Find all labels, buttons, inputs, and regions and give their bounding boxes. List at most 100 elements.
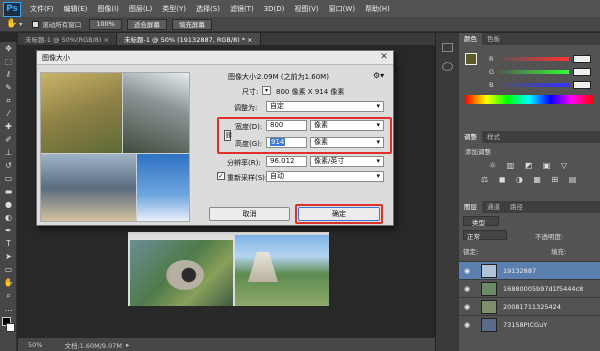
image-preview[interactable] [40,72,190,222]
eye-icon[interactable]: ◉ [464,267,473,275]
menu-help[interactable]: 帮助(H) [360,4,395,14]
dodge-tool-icon[interactable]: ◐ [3,213,14,223]
brush-tool-icon[interactable]: ✐ [3,135,14,145]
pen-tool-icon[interactable]: ✒ [3,226,14,236]
doc-tab-2[interactable]: 未标题-1 @ 50% (19132887, RGB/8) * × [116,33,261,45]
adjustment-icons-row1[interactable]: ☼ ▥ ◩ ▣ ▽ [489,161,571,170]
filter-kind-select[interactable]: 类型 [463,216,499,227]
more-tools-icon[interactable]: … [3,304,14,314]
quick-select-tool-icon[interactable]: ✎ [3,83,14,93]
layer-row[interactable]: ◉ 16880005b97d1f5444c8 [459,279,600,297]
tab-channels[interactable]: 通道 [482,201,505,213]
history-brush-tool-icon[interactable]: ↺ [3,161,14,171]
crop-tool-icon[interactable]: ⌗ [3,96,14,106]
eye-icon[interactable]: ◉ [464,303,473,311]
lasso-tool-icon[interactable]: ℓ [3,70,14,80]
zoom-100-button[interactable]: 100% [89,18,122,30]
menu-type[interactable]: 类型(Y) [157,4,191,14]
resample-select[interactable]: 自动 [266,171,384,182]
eyedropper-tool-icon[interactable]: ⁄ [3,109,14,119]
gradient-tool-icon[interactable]: ▬ [3,187,14,197]
eraser-tool-icon[interactable]: ▭ [3,174,14,184]
tab-swatches[interactable]: 色板 [482,33,505,45]
hand-tool-icon: ✋ [6,19,18,29]
fit-screen-button[interactable]: 适合屏幕 [126,18,167,30]
blue-value[interactable] [573,81,591,89]
eye-icon[interactable]: ◉ [464,285,473,293]
layer-row[interactable]: ◉ 20081711325424 [459,297,600,315]
layer-name[interactable]: 16880005b97d1f5444c8 [503,285,583,293]
resolution-unit-select[interactable]: 像素/英寸 [310,156,384,167]
menu-bar: Ps 文件(F) 编辑(E) 图像(I) 图层(L) 类型(Y) 选择(S) 滤… [0,0,600,17]
menu-file[interactable]: 文件(F) [25,4,59,14]
stamp-tool-icon[interactable]: ⊥ [3,148,14,158]
menu-window[interactable]: 窗口(W) [324,4,360,14]
menu-view[interactable]: 视图(V) [289,4,323,14]
resolution-input[interactable]: 96.012 [266,156,307,167]
red-value[interactable] [573,55,591,63]
fill-screen-button[interactable]: 填充屏幕 [171,18,212,30]
cancel-button[interactable]: 取消 [209,207,290,221]
resample-checkbox[interactable]: ✓ [217,172,225,180]
settings-gear-icon[interactable]: ⚙▾ [373,71,384,80]
menu-layer[interactable]: 图层(L) [124,4,157,14]
menu-filter[interactable]: 滤镜(T) [225,4,259,14]
menu-edit[interactable]: 编辑(E) [59,4,93,14]
status-chevron-icon[interactable]: ▸ [126,341,129,349]
width-unit-select[interactable]: 像素 [310,120,384,131]
layer-name[interactable]: 73158PICGuY [503,321,547,329]
link-chain-icon[interactable]: ⛓ [224,130,233,141]
document-canvas[interactable] [128,232,329,306]
green-slider[interactable] [498,70,569,74]
blur-tool-icon[interactable]: ● [3,200,14,210]
actions-panel-icon[interactable] [442,62,453,71]
dimensions-value: 800 像素 X 914 像素 [276,88,345,96]
red-slider[interactable] [497,57,569,61]
document-tabs: 未标题-1 @ 50%(RGB/8) × 未标题-1 @ 50% (191328… [18,33,435,45]
marquee-tool-icon[interactable]: ⬚ [3,57,14,67]
adjustment-icons-row2[interactable]: ⚖ ◼ ◑ ▦ ⊞ ▤ [481,175,580,184]
fg-color-chip[interactable] [465,53,477,65]
tab-paths[interactable]: 路径 [505,201,528,213]
hand-tool-icon[interactable]: ✋ [3,278,14,288]
menu-3d[interactable]: 3D(D) [259,5,290,13]
layer-row[interactable]: ◉ 19132887 [459,261,600,279]
blue-slider[interactable] [497,83,569,87]
tab-adjustments[interactable]: 调整 [459,131,482,143]
zoom-tool-icon[interactable]: ⌕ [3,291,14,301]
background-color-swatch[interactable] [6,323,15,332]
color-spectrum[interactable] [465,95,593,104]
tab-styles[interactable]: 样式 [482,131,505,143]
type-tool-icon[interactable]: T [3,239,14,249]
healing-tool-icon[interactable]: ✚ [3,122,14,132]
height-unit-select[interactable]: 像素 [310,137,384,148]
color-panel-tabs: 颜色 色板 [459,33,600,45]
shape-tool-icon[interactable]: ▭ [3,265,14,275]
path-select-tool-icon[interactable]: ➤ [3,252,14,262]
doc-tab-1[interactable]: 未标题-1 @ 50%(RGB/8) × [18,33,117,45]
opacity-label: 不透明度: [535,233,564,241]
close-icon[interactable]: ✕ [378,52,390,63]
zoom-level[interactable]: 50% [28,341,42,349]
right-panels: 颜色 色板 R G B 调整 样式 添加调整 ☼ ▥ ◩ ▣ ▽ ⚖ ◼ ◑ ▦… [459,33,600,351]
menu-select[interactable]: 选择(S) [191,4,225,14]
dimensions-label: 尺寸: [242,88,259,96]
blend-mode-select[interactable]: 正常 [463,230,507,241]
green-value[interactable] [573,68,591,76]
layer-row[interactable]: ◉ 73158PICGuY [459,315,600,333]
ok-button[interactable]: 确定 [298,207,380,221]
width-input[interactable]: 800 [266,120,307,131]
dimensions-unit-toggle[interactable]: ▾ [262,86,271,95]
tool-preset-chevron-icon[interactable]: ▾ [19,21,22,28]
tab-layers[interactable]: 图层 [459,201,482,213]
scroll-all-checkbox[interactable] [32,20,40,28]
height-input[interactable]: 914 [266,137,307,148]
tab-color[interactable]: 颜色 [459,33,482,45]
layer-name[interactable]: 20081711325424 [503,303,561,311]
fit-to-select[interactable]: 自定 [266,101,384,112]
menu-image[interactable]: 图像(I) [92,4,124,14]
move-tool-icon[interactable]: ✥ [3,44,14,54]
history-panel-icon[interactable] [442,43,453,52]
layer-name[interactable]: 19132887 [503,267,536,275]
eye-icon[interactable]: ◉ [464,321,473,329]
